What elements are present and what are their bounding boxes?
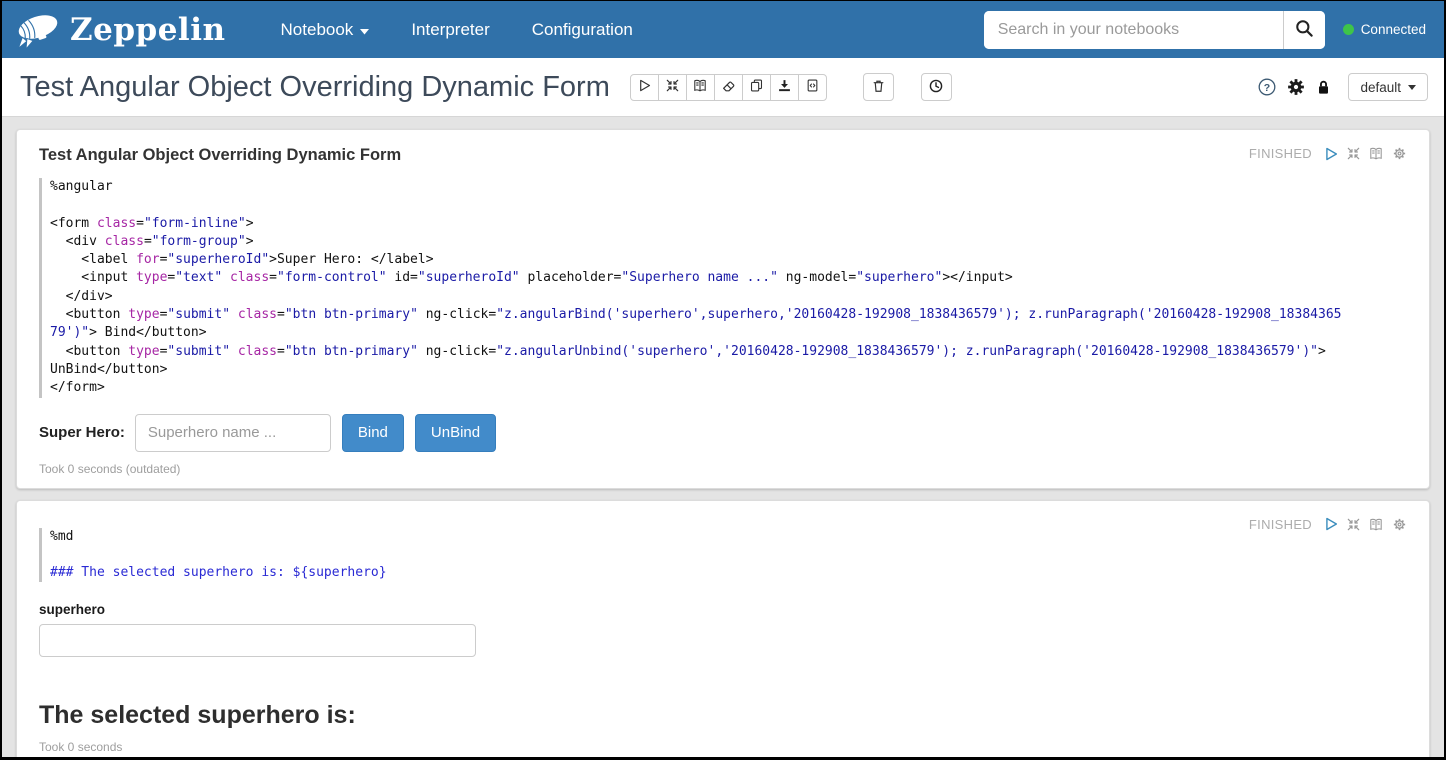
clone-note-button[interactable] bbox=[742, 74, 771, 101]
code-editor-markdown[interactable]: %md ### The selected superhero is: ${sup… bbox=[39, 528, 1407, 583]
shrink-paragraph-icon[interactable] bbox=[1347, 518, 1360, 531]
brand-title: Zeppelin bbox=[70, 12, 226, 48]
paragraph-title: Test Angular Object Overriding Dynamic F… bbox=[39, 146, 1407, 165]
execution-time-label: Took 0 seconds (outdated) bbox=[39, 462, 1407, 476]
copy-pages-icon bbox=[750, 79, 763, 95]
code-editor-angular[interactable]: %angular <form class="form-inline"> <div… bbox=[39, 178, 1407, 398]
markdown-output-heading: The selected superhero is: bbox=[39, 701, 1407, 730]
search-button[interactable] bbox=[1283, 11, 1325, 49]
toggle-editor-book-icon[interactable] bbox=[1369, 147, 1383, 160]
nav-item-configuration[interactable]: Configuration bbox=[532, 20, 633, 40]
connected-dot-icon bbox=[1343, 24, 1354, 35]
export-code-button[interactable] bbox=[798, 74, 827, 101]
superhero-dynamic-form-label: superhero bbox=[39, 602, 1407, 617]
export-note-button[interactable] bbox=[770, 74, 799, 101]
remove-note-button[interactable] bbox=[863, 73, 894, 101]
chevron-down-icon bbox=[1408, 85, 1416, 90]
run-paragraph-icon[interactable] bbox=[1324, 517, 1338, 531]
nav-item-notebook[interactable]: Notebook bbox=[281, 20, 370, 40]
note-header-right: ? default bbox=[1258, 73, 1428, 101]
run-all-paragraphs-button[interactable] bbox=[630, 74, 659, 101]
run-paragraph-icon[interactable] bbox=[1324, 147, 1338, 161]
navbar: Zeppelin Notebook Interpreter Configurat… bbox=[2, 1, 1444, 58]
help-icon[interactable]: ? bbox=[1258, 78, 1276, 96]
paragraph-controls: FINISHED bbox=[1249, 146, 1407, 161]
superhero-form-label: Super Hero: bbox=[39, 424, 125, 441]
paragraph-markdown: FINISHED bbox=[16, 500, 1430, 760]
zeppelin-app: Zeppelin Notebook Interpreter Configurat… bbox=[0, 0, 1446, 760]
shrink-paragraph-icon[interactable] bbox=[1347, 147, 1360, 160]
paragraph-angular-form: FINISHED bbox=[16, 129, 1430, 489]
toggle-code-button[interactable] bbox=[686, 74, 715, 101]
trash-icon bbox=[872, 79, 885, 96]
toggle-editor-book-icon[interactable] bbox=[1369, 518, 1383, 531]
chevron-down-icon bbox=[360, 20, 369, 40]
play-icon bbox=[638, 79, 651, 95]
superhero-dynamic-input[interactable] bbox=[39, 624, 476, 657]
clear-output-button[interactable] bbox=[714, 74, 743, 101]
clock-icon bbox=[929, 79, 943, 96]
open-book-icon bbox=[693, 79, 707, 95]
navbar-right: Connected bbox=[984, 11, 1436, 49]
shrink-paragraphs-button[interactable] bbox=[658, 74, 687, 101]
zeppelin-brand[interactable]: Zeppelin bbox=[12, 5, 226, 54]
search-input[interactable] bbox=[984, 11, 1283, 49]
paragraph-status: FINISHED bbox=[1249, 146, 1312, 161]
bind-button[interactable]: Bind bbox=[342, 414, 404, 452]
note-title: Test Angular Object Overriding Dynamic F… bbox=[20, 71, 610, 104]
interpreter-binding-dropdown[interactable]: default bbox=[1348, 73, 1428, 101]
paragraph-status: FINISHED bbox=[1249, 517, 1312, 532]
code-document-icon bbox=[806, 79, 819, 95]
search-icon bbox=[1295, 19, 1314, 41]
unbind-button[interactable]: UnBind bbox=[415, 414, 496, 452]
superhero-name-input[interactable] bbox=[135, 414, 331, 452]
note-content: FINISHED bbox=[2, 117, 1444, 760]
note-toolbar bbox=[630, 74, 827, 101]
search-group bbox=[984, 11, 1325, 49]
zeppelin-logo-icon bbox=[12, 5, 64, 54]
paragraph-settings-gear-icon[interactable] bbox=[1392, 517, 1407, 532]
svg-text:?: ? bbox=[1264, 82, 1270, 94]
paragraph-controls: FINISHED bbox=[1249, 517, 1407, 532]
note-header: Test Angular Object Overriding Dynamic F… bbox=[2, 58, 1444, 117]
angular-form-output: Super Hero: Bind UnBind bbox=[39, 414, 1407, 452]
connected-label: Connected bbox=[1361, 22, 1426, 37]
connection-status: Connected bbox=[1343, 22, 1426, 37]
lock-icon[interactable] bbox=[1316, 79, 1331, 96]
scheduler-button[interactable] bbox=[921, 73, 952, 101]
compress-arrows-icon bbox=[666, 79, 679, 95]
execution-time-label: Took 0 seconds bbox=[39, 740, 1407, 754]
eraser-icon bbox=[722, 79, 735, 95]
nav-item-interpreter[interactable]: Interpreter bbox=[411, 20, 489, 40]
paragraph-settings-gear-icon[interactable] bbox=[1392, 146, 1407, 161]
download-icon bbox=[778, 79, 791, 95]
note-settings-gear-icon[interactable] bbox=[1287, 78, 1305, 96]
